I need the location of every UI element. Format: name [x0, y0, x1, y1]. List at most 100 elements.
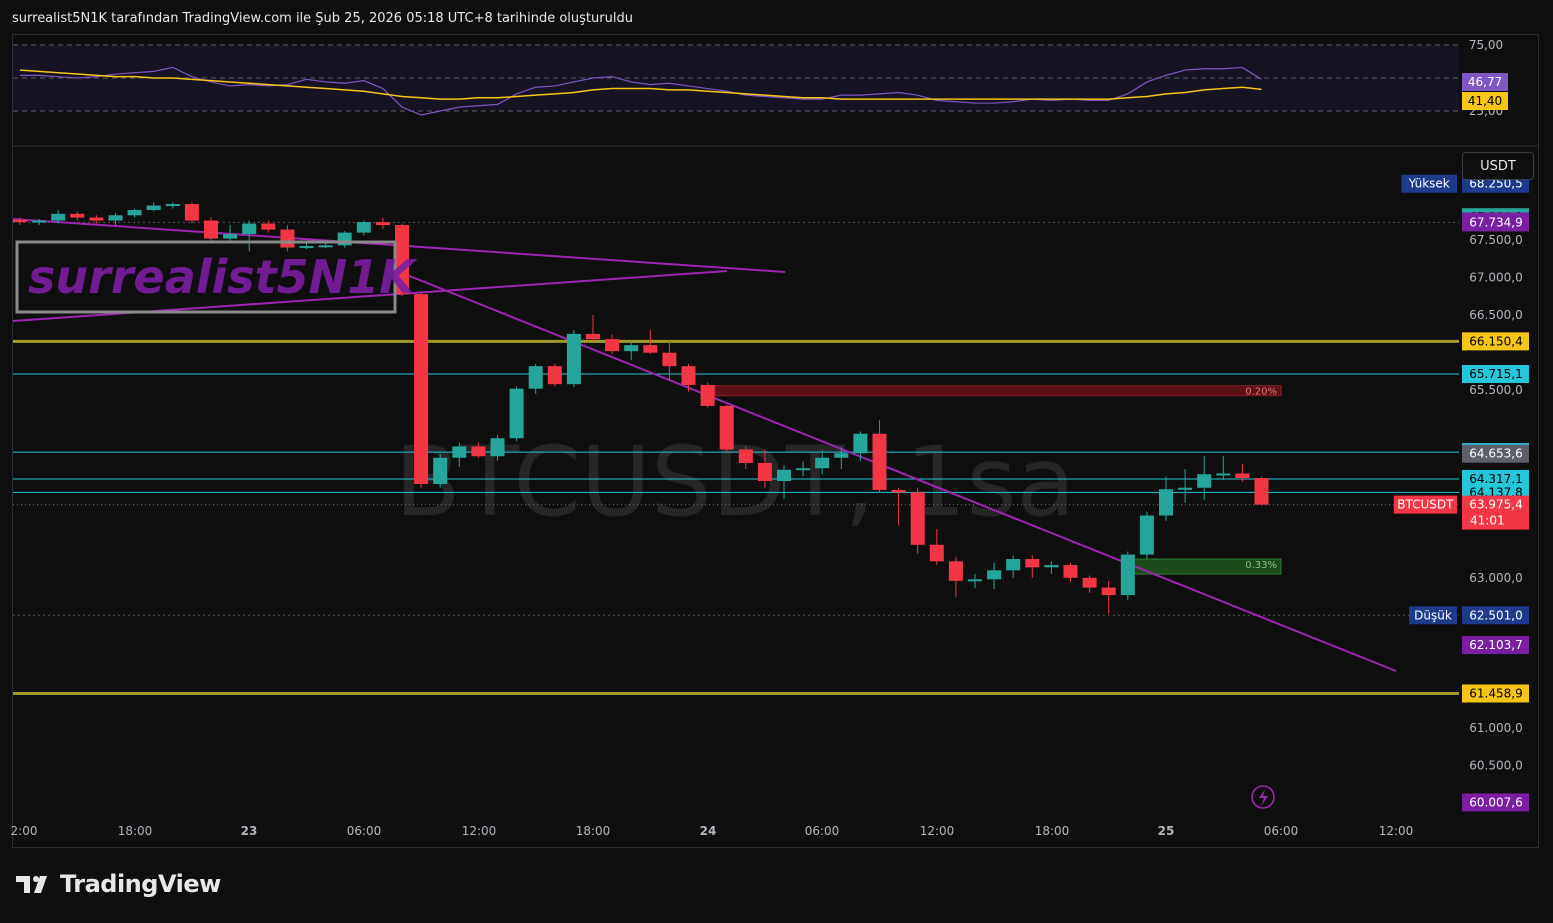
candle-body	[891, 490, 906, 493]
candle-body	[681, 366, 696, 385]
time-tick-label: 12:00	[1379, 824, 1414, 838]
candle-body	[1082, 577, 1097, 588]
candle-body	[146, 205, 161, 211]
price-tag-value: 63.975,4	[1469, 498, 1522, 512]
time-tick-label: 24	[700, 824, 717, 838]
zone-label: 0.33%	[1245, 560, 1277, 571]
chart-canvas[interactable]: 75,0050,0025,0046,7741,40 BTCUSDT, 1sa 0…	[0, 0, 1553, 923]
candle-body	[165, 204, 180, 207]
candle-body	[452, 446, 467, 458]
candle-body	[738, 449, 753, 463]
price-tag-value: 61.458,9	[1469, 686, 1522, 700]
candle-body	[70, 213, 85, 218]
candle-body	[853, 433, 868, 454]
time-tick-label: 2:00	[11, 824, 38, 838]
candle-body	[1178, 487, 1193, 490]
lightning-icon[interactable]	[1251, 785, 1275, 809]
price-tick-label: 67.500,0	[1469, 233, 1522, 247]
tradingview-logo-icon	[16, 876, 47, 893]
price-tag-value: 62.501,0	[1469, 608, 1522, 622]
candle-body	[108, 215, 123, 221]
candle-body	[1139, 515, 1154, 555]
candle-body	[643, 345, 658, 353]
candle-body	[280, 229, 295, 248]
candle-body	[948, 561, 963, 581]
price-tag-countdown: 41:01	[1470, 514, 1505, 528]
currency-button[interactable]: USDT	[1462, 152, 1534, 180]
candle-body	[987, 570, 1002, 580]
candle-body	[872, 433, 887, 491]
zone-label: 0.20%	[1245, 387, 1277, 398]
time-axis: 2:00 18:00 23 06:00 12:00 18:00 24 06:00 12:00 18…	[11, 824, 1414, 838]
candle-body	[796, 468, 811, 471]
candle-body	[13, 219, 27, 223]
rsi-value-label: 41,40	[1468, 94, 1502, 108]
candle-body	[51, 213, 66, 221]
price-tag-value: 65.715,1	[1469, 367, 1522, 381]
price-tick-label: 67.000,0	[1469, 271, 1522, 285]
candle-body	[834, 453, 849, 458]
price-tag-label: Yüksek	[1408, 177, 1450, 191]
candle-body	[261, 223, 276, 230]
candle-body	[1101, 587, 1116, 596]
candle-body	[471, 446, 486, 457]
candle-body	[1025, 559, 1040, 568]
candle-body	[700, 384, 715, 406]
candle-body	[1159, 489, 1173, 516]
candle-body	[356, 222, 371, 233]
rsi-tick-label: 75,00	[1469, 38, 1503, 52]
candle-body	[1063, 565, 1078, 578]
candle-body	[662, 352, 677, 367]
price-tick-label: 63.000,0	[1469, 571, 1522, 585]
candle-body	[719, 405, 734, 450]
candle-body	[929, 544, 944, 562]
time-tick-label: 23	[241, 824, 258, 838]
candle-body	[1044, 565, 1059, 568]
time-tick-label: 18:00	[1035, 824, 1070, 838]
author-watermark: surrealist5N1K	[28, 250, 418, 304]
price-tag-value: 64.653,6	[1469, 447, 1522, 461]
time-tick-label: 18:00	[118, 824, 153, 838]
tradingview-logo-text: TradingView	[60, 870, 221, 898]
candle-body	[968, 579, 982, 582]
candle-body	[375, 222, 390, 226]
candle-body	[624, 345, 639, 352]
candle-body	[815, 457, 830, 469]
candle-body	[757, 462, 772, 481]
candle-body	[127, 210, 142, 216]
candle-body	[1120, 554, 1135, 596]
candle-body	[777, 469, 791, 481]
price-tag-value: 66.150,4	[1469, 334, 1522, 348]
time-tick-label: 06:00	[1264, 824, 1299, 838]
price-tag-label: Düşük	[1414, 608, 1452, 622]
zone-box	[714, 385, 1282, 397]
rsi-value-label: 46,77	[1468, 75, 1502, 89]
candle-body	[32, 220, 47, 223]
candle-body	[318, 245, 333, 248]
rsi-axis: 75,0050,0025,0046,7741,40	[1462, 38, 1508, 118]
candle-body	[566, 333, 581, 385]
time-tick-label: 18:00	[576, 824, 611, 838]
candle-body	[242, 223, 257, 235]
time-tick-label: 06:00	[347, 824, 382, 838]
time-tick-label: 12:00	[462, 824, 497, 838]
time-tick-label: 25	[1158, 824, 1175, 838]
candle-body	[223, 234, 238, 239]
price-tag-value: 67.734,9	[1469, 215, 1522, 229]
price-tag-value: 60.007,6	[1469, 795, 1522, 809]
price-tick-label: 61.000,0	[1469, 721, 1522, 735]
candle-body	[433, 457, 448, 484]
time-tick-label: 06:00	[805, 824, 840, 838]
candle-body	[1254, 477, 1269, 505]
candle-body	[528, 366, 543, 389]
price-tick-label: 60.500,0	[1469, 758, 1522, 772]
candle-body	[509, 388, 524, 439]
candle-body	[299, 246, 314, 249]
candle-body	[547, 366, 562, 385]
tradingview-logo[interactable]: TradingView	[16, 870, 221, 898]
price-tick-label: 65.500,0	[1469, 383, 1522, 397]
candle-body	[490, 438, 505, 457]
candle-body	[910, 492, 925, 545]
candle-body	[605, 339, 620, 352]
candle-body	[204, 220, 218, 239]
